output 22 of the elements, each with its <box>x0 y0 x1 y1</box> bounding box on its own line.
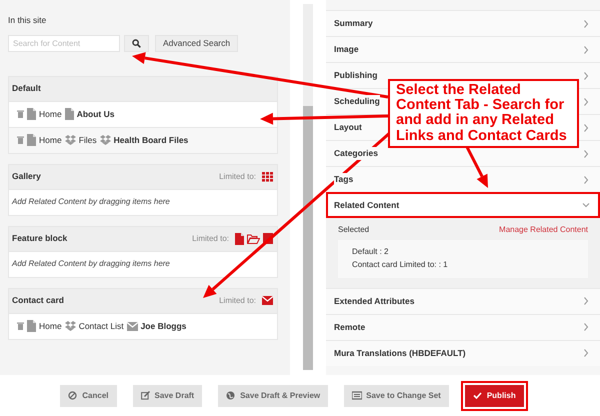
selected-label: Selected <box>338 224 370 236</box>
limited-label: Limited to: <box>192 232 229 245</box>
path-label: Files <box>78 134 97 147</box>
summary-line: Contact card Limited to: : 1 <box>352 258 449 271</box>
scope-label: In this site <box>8 14 48 27</box>
group-title: Feature block <box>12 232 68 246</box>
path-label: Health Board Files <box>114 134 188 147</box>
path-label: Home <box>39 108 62 121</box>
drop-hint: Add Related Content by dragging items here <box>10 258 171 270</box>
path-label: About Us <box>76 108 114 121</box>
path-label: Contact List <box>78 320 124 333</box>
limited-label: Limited to: <box>219 170 256 183</box>
group-title: Gallery <box>12 170 41 184</box>
path-label: Joe Bloggs <box>140 320 186 333</box>
path-label: Home <box>39 134 62 147</box>
callout-tooltip: Select the Related Content Tab - Search for and add in any Related Links and Contact Cards <box>388 79 579 148</box>
group-title: Contact card <box>12 294 64 308</box>
summary-line: Default : 2 <box>352 246 390 258</box>
path-label: Home <box>39 320 62 333</box>
group-title: Default <box>12 82 41 96</box>
drop-hint: Add Related Content by dragging items here <box>10 196 171 208</box>
limited-label: Limited to: <box>219 294 256 307</box>
